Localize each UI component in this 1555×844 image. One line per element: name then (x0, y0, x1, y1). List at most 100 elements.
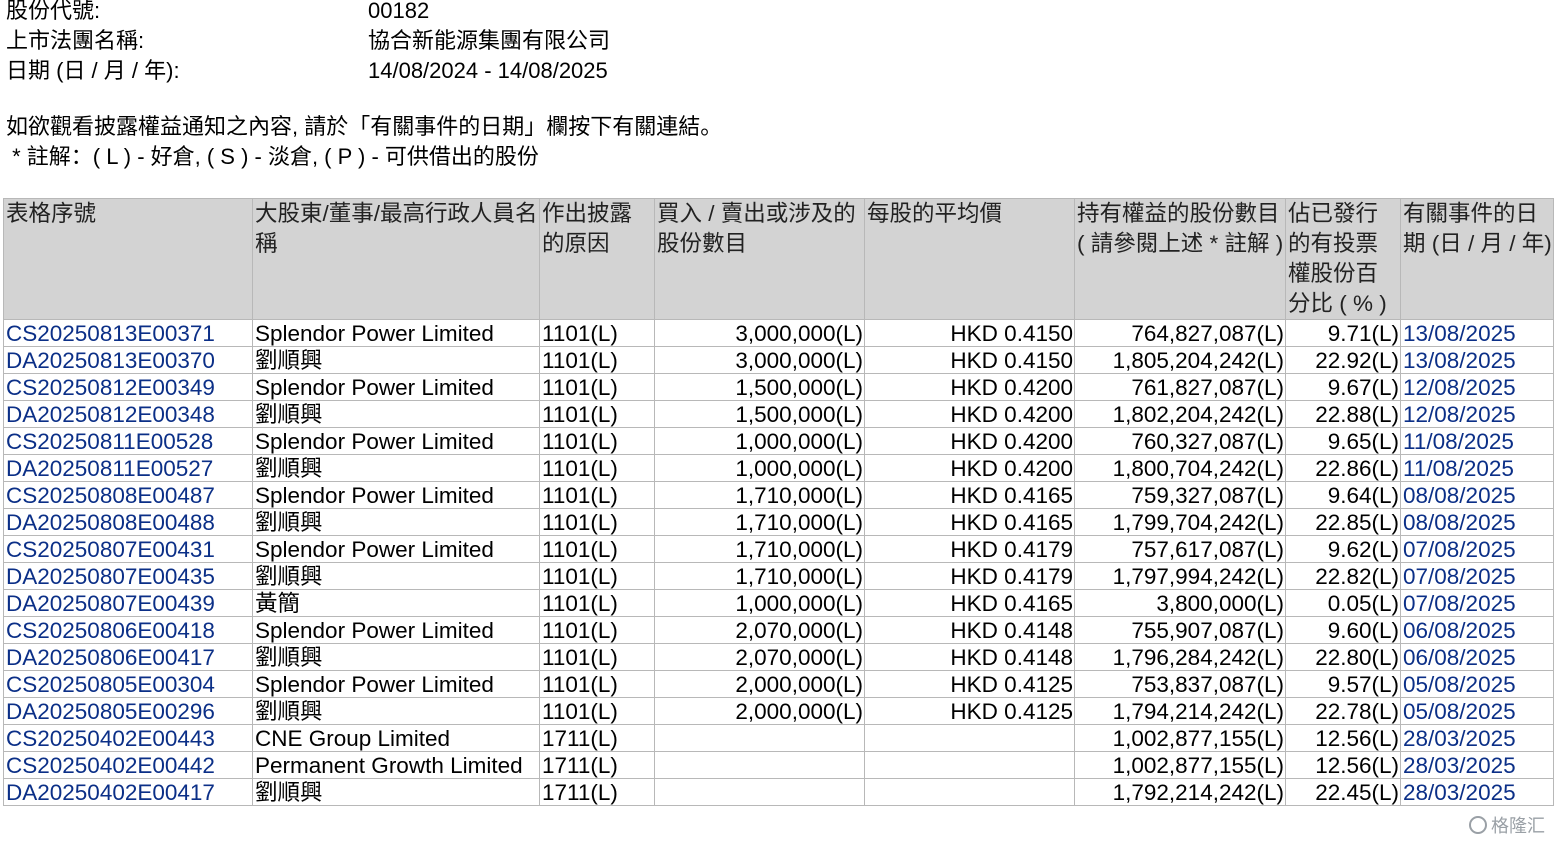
form-serial-link[interactable]: DA20250402E00417 (6, 780, 215, 805)
event-date-link[interactable]: 28/03/2025 (1403, 753, 1516, 778)
cell-holder-name: Splendor Power Limited (252, 319, 540, 347)
table-row: DA20250813E00370 劉順興 1101(L) 3,000,000(L) HK… (3, 346, 1554, 374)
gelonghui-logo-icon (1469, 816, 1487, 834)
cell-form-serial: CS20250806E00418 (3, 616, 253, 644)
cell-avg-price: HKD 0.4148 (864, 616, 1075, 644)
form-serial-link[interactable]: DA20250806E00417 (6, 645, 215, 670)
cell-percentage: 9.57(L) (1285, 670, 1401, 698)
cell-reason: 1101(L) (539, 346, 655, 374)
form-serial-link[interactable]: CS20250807E00431 (6, 537, 215, 562)
cell-form-serial: CS20250813E00371 (3, 319, 253, 347)
company-label: 上市法團名稱: (6, 28, 145, 53)
cell-event-date: 07/08/2025 (1400, 535, 1554, 563)
form-serial-link[interactable]: CS20250813E00371 (6, 321, 215, 346)
form-serial-link[interactable]: CS20250806E00418 (6, 618, 215, 643)
cell-event-date: 11/08/2025 (1400, 454, 1554, 482)
cell-shares-held: 1,797,994,242(L) (1074, 562, 1286, 590)
form-serial-link[interactable]: CS20250402E00442 (6, 753, 215, 778)
event-date-link[interactable]: 12/08/2025 (1403, 402, 1516, 427)
form-serial-link[interactable]: CS20250402E00443 (6, 726, 215, 751)
event-date-link[interactable]: 05/08/2025 (1403, 699, 1516, 724)
event-date-link[interactable]: 06/08/2025 (1403, 618, 1516, 643)
event-date-link[interactable]: 05/08/2025 (1403, 672, 1516, 697)
table-row: DA20250812E00348 劉順興 1101(L) 1,500,000(L) HK… (3, 400, 1554, 428)
table-row: DA20250807E00439 黃簡 1101(L) 1,000,000(L) HKD… (3, 589, 1554, 617)
event-date-link[interactable]: 11/08/2025 (1403, 429, 1514, 454)
form-serial-link[interactable]: DA20250808E00488 (6, 510, 215, 535)
cell-percentage: 9.64(L) (1285, 481, 1401, 509)
company-value: 協合新能源集團有限公司 (368, 28, 611, 53)
cell-percentage: 22.88(L) (1285, 400, 1401, 428)
cell-reason: 1101(L) (539, 643, 655, 671)
event-date-link[interactable]: 08/08/2025 (1403, 483, 1516, 508)
cell-form-serial: DA20250807E00439 (3, 589, 253, 617)
table-row: CS20250807E00431 Splendor Power Limited 11… (3, 535, 1554, 563)
table-row: CS20250805E00304 Splendor Power Limited 11… (3, 670, 1554, 698)
watermark: 格隆汇 (1467, 812, 1547, 838)
form-serial-link[interactable]: DA20250807E00435 (6, 564, 215, 589)
cell-avg-price (864, 751, 1075, 779)
cell-holder-name: 劉順興 (252, 400, 540, 428)
cell-holder-name: Splendor Power Limited (252, 670, 540, 698)
cell-shares-held: 1,800,704,242(L) (1074, 454, 1286, 482)
cell-reason: 1101(L) (539, 427, 655, 455)
cell-event-date: 28/03/2025 (1400, 751, 1554, 779)
event-date-link[interactable]: 28/03/2025 (1403, 780, 1516, 805)
cell-form-serial: CS20250812E00349 (3, 373, 253, 401)
cell-shares-held: 3,800,000(L) (1074, 589, 1286, 617)
event-date-link[interactable]: 11/08/2025 (1403, 456, 1514, 481)
cell-form-serial: DA20250811E00527 (3, 454, 253, 482)
event-date-link[interactable]: 13/08/2025 (1403, 321, 1516, 346)
event-date-link[interactable]: 07/08/2025 (1403, 537, 1516, 562)
cell-shares-involved: 2,070,000(L) (654, 616, 865, 644)
stock-code-value: 00182 (368, 0, 430, 23)
form-serial-link[interactable]: DA20250812E00348 (6, 402, 215, 427)
form-serial-link[interactable]: CS20250805E00304 (6, 672, 215, 697)
table-row: CS20250806E00418 Splendor Power Limited 11… (3, 616, 1554, 644)
table-row: DA20250811E00527 劉順興 1101(L) 1,000,000(L) HK… (3, 454, 1554, 482)
cell-percentage: 22.45(L) (1285, 778, 1401, 806)
cell-holder-name: 劉順興 (252, 643, 540, 671)
col-holder-name: 大股東/董事/最高行政人員名稱 (252, 198, 540, 320)
cell-avg-price: HKD 0.4125 (864, 697, 1075, 725)
event-date-link[interactable]: 08/08/2025 (1403, 510, 1516, 535)
cell-reason: 1101(L) (539, 535, 655, 563)
form-serial-link[interactable]: DA20250805E00296 (6, 699, 215, 724)
cell-percentage: 9.62(L) (1285, 535, 1401, 563)
cell-reason: 1101(L) (539, 697, 655, 725)
cell-holder-name: Splendor Power Limited (252, 481, 540, 509)
form-serial-link[interactable]: DA20250813E00370 (6, 348, 215, 373)
col-reason: 作出披露的原因 (539, 198, 655, 320)
cell-form-serial: DA20250807E00435 (3, 562, 253, 590)
form-serial-link[interactable]: CS20250808E00487 (6, 483, 215, 508)
cell-reason: 1711(L) (539, 724, 655, 752)
col-avg-price: 每股的平均價 (864, 198, 1075, 320)
cell-percentage: 9.71(L) (1285, 319, 1401, 347)
cell-event-date: 05/08/2025 (1400, 670, 1554, 698)
cell-reason: 1101(L) (539, 454, 655, 482)
cell-percentage: 22.85(L) (1285, 508, 1401, 536)
event-date-link[interactable]: 12/08/2025 (1403, 375, 1516, 400)
form-serial-link[interactable]: CS20250811E00528 (6, 429, 213, 454)
cell-event-date: 06/08/2025 (1400, 643, 1554, 671)
cell-holder-name: 劉順興 (252, 346, 540, 374)
event-date-link[interactable]: 06/08/2025 (1403, 645, 1516, 670)
notes-instruction: 如欲觀看披露權益通知之內容, 請於「有關事件的日期」欄按下有關連結。 (6, 114, 723, 139)
form-serial-link[interactable]: DA20250807E00439 (6, 591, 215, 616)
event-date-link[interactable]: 28/03/2025 (1403, 726, 1516, 751)
cell-shares-held: 1,794,214,242(L) (1074, 697, 1286, 725)
event-date-link[interactable]: 07/08/2025 (1403, 564, 1516, 589)
cell-event-date: 13/08/2025 (1400, 319, 1554, 347)
cell-percentage: 22.92(L) (1285, 346, 1401, 374)
cell-shares-held: 1,799,704,242(L) (1074, 508, 1286, 536)
cell-holder-name: 劉順興 (252, 778, 540, 806)
cell-avg-price: HKD 0.4200 (864, 427, 1075, 455)
event-date-link[interactable]: 07/08/2025 (1403, 591, 1516, 616)
form-serial-link[interactable]: DA20250811E00527 (6, 456, 213, 481)
cell-reason: 1101(L) (539, 562, 655, 590)
cell-percentage: 0.05(L) (1285, 589, 1401, 617)
table-row: CS20250811E00528 Splendor Power Limited 11… (3, 427, 1554, 455)
form-serial-link[interactable]: CS20250812E00349 (6, 375, 215, 400)
cell-shares-held: 1,792,214,242(L) (1074, 778, 1286, 806)
event-date-link[interactable]: 13/08/2025 (1403, 348, 1516, 373)
